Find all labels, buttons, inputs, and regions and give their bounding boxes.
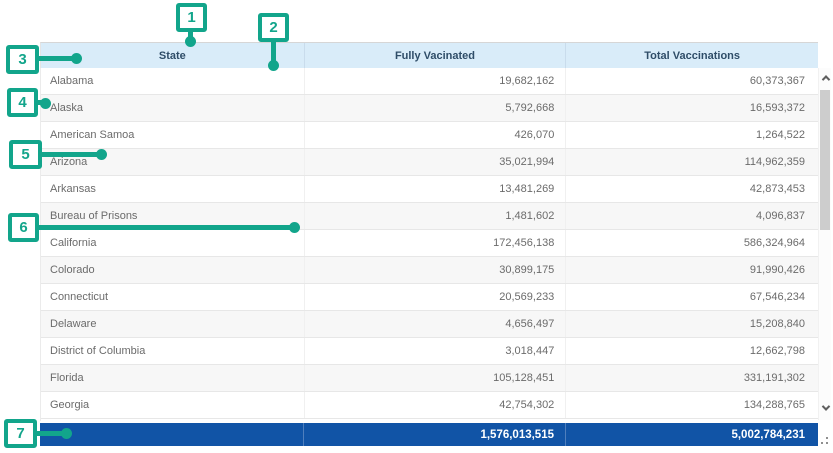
cell-state: District of Columbia: [41, 338, 304, 364]
cell-fully-vaccinated: 5,792,668: [304, 95, 566, 121]
total-state-cell: [40, 423, 303, 446]
cell-state: Arkansas: [41, 176, 304, 202]
cell-state: Georgia: [41, 392, 304, 418]
cell-state: Alaska: [41, 95, 304, 121]
vaccination-data-table: State Fully Vacinated Total Vaccinations…: [40, 42, 831, 447]
cell-fully-vaccinated: 4,656,497: [304, 311, 566, 337]
cell-state: Alabama: [41, 68, 304, 94]
table-header-row: State Fully Vacinated Total Vaccinations: [40, 42, 818, 68]
cell-fully-vaccinated: 3,018,447: [304, 338, 566, 364]
cell-total-vaccinations: 12,662,798: [565, 338, 818, 364]
annotation-callout-6: 6: [8, 213, 39, 242]
table-row: Delaware 4,656,497 15,208,840: [41, 311, 818, 338]
annotation-dot-7: [61, 428, 72, 439]
table-row: Alabama 19,682,162 60,373,367: [41, 68, 818, 95]
cell-fully-vaccinated: 30,899,175: [304, 257, 566, 283]
scroll-down-button[interactable]: [819, 401, 832, 415]
cell-state: Florida: [41, 365, 304, 391]
cell-total-vaccinations: 60,373,367: [565, 68, 818, 94]
vertical-scrollbar[interactable]: [818, 68, 831, 420]
table-row: Colorado 30,899,175 91,990,426: [41, 257, 818, 284]
cell-state: Connecticut: [41, 284, 304, 310]
annotation-dot-5: [96, 149, 107, 160]
annotation-callout-2: 2: [258, 13, 289, 42]
table-row: Georgia 42,754,302 134,288,765: [41, 392, 818, 419]
annotation-callout-1: 1: [176, 3, 207, 32]
annotation-callout-5: 5: [9, 140, 42, 169]
table-row: Florida 105,128,451 331,191,302: [41, 365, 818, 392]
cell-total-vaccinations: 586,324,964: [565, 230, 818, 256]
cell-fully-vaccinated: 13,481,269: [304, 176, 566, 202]
table-row: Arkansas 13,481,269 42,873,453: [41, 176, 818, 203]
annotation-dot-3: [71, 53, 82, 64]
scroll-up-button[interactable]: [819, 71, 832, 85]
cell-total-vaccinations: 331,191,302: [565, 365, 818, 391]
cell-fully-vaccinated: 426,070: [304, 122, 566, 148]
annotation-callout-3: 3: [6, 45, 39, 74]
table-row: Arizona 35,021,994 114,962,359: [41, 149, 818, 176]
cell-fully-vaccinated: 42,754,302: [304, 392, 566, 418]
annotation-dot-6: [289, 222, 300, 233]
cell-total-vaccinations: 91,990,426: [565, 257, 818, 283]
annotation-line-3: [37, 56, 75, 61]
table-row: Connecticut 20,569,233 67,546,234: [41, 284, 818, 311]
annotation-callout-4: 4: [7, 88, 38, 117]
cell-fully-vaccinated: 1,481,602: [304, 203, 566, 229]
annotation-callout-7: 7: [4, 419, 37, 448]
cell-total-vaccinations: 15,208,840: [565, 311, 818, 337]
table-row: California 172,456,138 586,324,964: [41, 230, 818, 257]
cell-total-vaccinations: 67,546,234: [565, 284, 818, 310]
chevron-down-icon: [821, 402, 829, 410]
cell-fully-vaccinated: 20,569,233: [304, 284, 566, 310]
cell-fully-vaccinated: 172,456,138: [304, 230, 566, 256]
cell-total-vaccinations: 42,873,453: [565, 176, 818, 202]
cell-fully-vaccinated: 19,682,162: [304, 68, 566, 94]
annotation-line-2: [271, 40, 276, 62]
cell-total-vaccinations: 1,264,522: [565, 122, 818, 148]
table-row: Alaska 5,792,668 16,593,372: [41, 95, 818, 122]
cell-total-vaccinations: 134,288,765: [565, 392, 818, 418]
cell-total-vaccinations: 4,096,837: [565, 203, 818, 229]
total-fully-vaccinated: 1,576,013,515: [303, 423, 565, 446]
total-total-vaccinations: 5,002,784,231: [565, 423, 818, 446]
cell-total-vaccinations: 16,593,372: [565, 95, 818, 121]
chevron-up-icon: [821, 75, 829, 83]
resize-grip-icon: [820, 436, 829, 445]
annotation-dot-2: [268, 60, 279, 71]
cell-state: California: [41, 230, 304, 256]
table-row: American Samoa 426,070 1,264,522: [41, 122, 818, 149]
cell-state: Colorado: [41, 257, 304, 283]
cell-fully-vaccinated: 35,021,994: [304, 149, 566, 175]
dashboard-canvas: State Fully Vacinated Total Vaccinations…: [0, 0, 833, 453]
cell-fully-vaccinated: 105,128,451: [304, 365, 566, 391]
annotation-dot-4: [40, 98, 51, 109]
column-header-fully-vaccinated: Fully Vacinated: [304, 43, 566, 68]
annotation-line-6: [37, 225, 293, 230]
annotation-dot-1: [185, 36, 196, 47]
total-row: 1,576,013,515 5,002,784,231: [40, 423, 818, 446]
table-row: District of Columbia 3,018,447 12,662,79…: [41, 338, 818, 365]
table-body: Alabama 19,682,162 60,373,367 Alaska 5,7…: [40, 68, 818, 421]
column-header-total-vaccinations: Total Vaccinations: [565, 43, 818, 68]
annotation-line-5: [40, 152, 100, 157]
scrollbar-thumb[interactable]: [820, 90, 830, 230]
cell-state: Delaware: [41, 311, 304, 337]
cell-state: American Samoa: [41, 122, 304, 148]
cell-total-vaccinations: 114,962,359: [565, 149, 818, 175]
